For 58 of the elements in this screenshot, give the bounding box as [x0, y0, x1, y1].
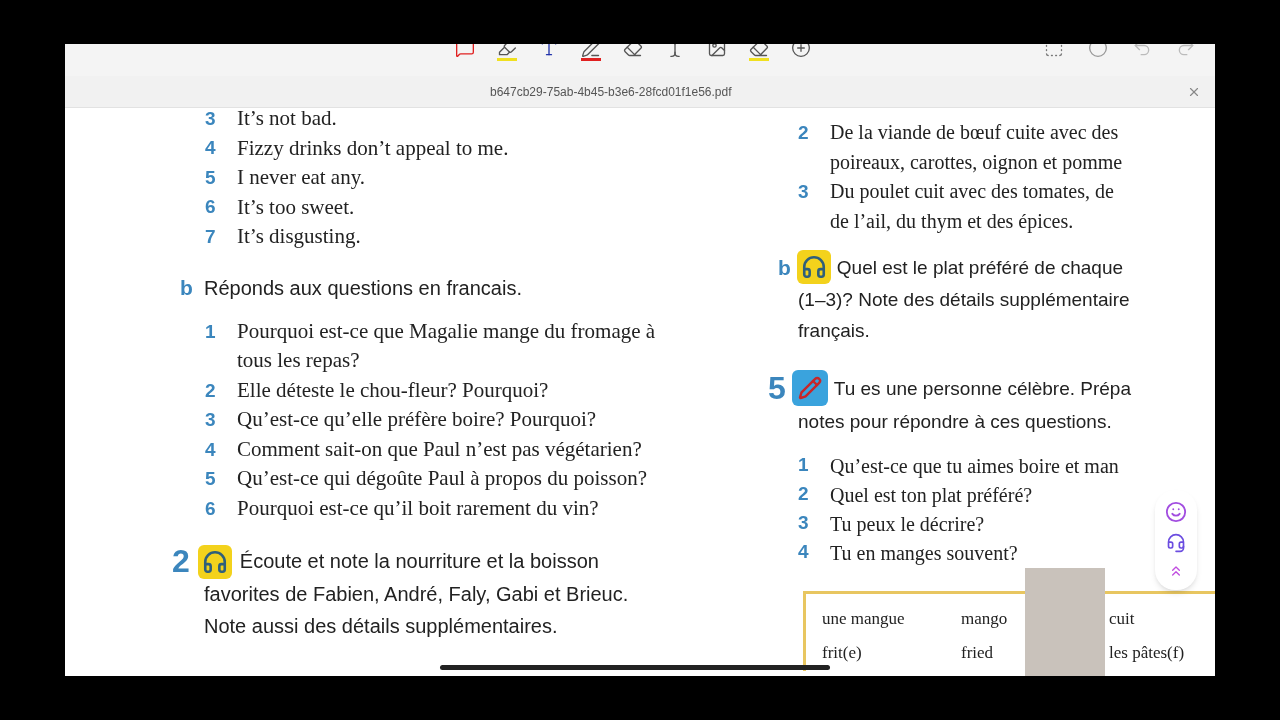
file-name: b647cb29-75ab-4b45-b3e6-28fcd01f1e56.pdf	[490, 83, 732, 101]
file-tab[interactable]: b647cb29-75ab-4b45-b3e6-28fcd01f1e56.pdf	[65, 76, 1215, 108]
item-number: 3	[205, 106, 217, 131]
headphones-icon	[197, 545, 232, 579]
vocabulary-word: mango	[961, 608, 1009, 630]
vocabulary-word: cuit	[1109, 608, 1135, 630]
item-number: 4	[205, 437, 217, 462]
item-number: 2	[798, 121, 810, 145]
task-instruction: Quel est le plat préféré de chaque	[836, 255, 1124, 280]
item-text: Fizzy drinks don’t appeal to me.	[237, 134, 509, 162]
item-text: It’s disgusting.	[237, 223, 361, 250]
exercise-number: 5	[768, 372, 786, 404]
item-number: 4	[205, 136, 217, 160]
question-text: Qu’est-ce qui dégoûte Paul à propos du poisson?	[237, 465, 648, 492]
item-number: 3	[798, 180, 810, 204]
chat-icon[interactable]	[1165, 501, 1187, 523]
item-number: 6	[205, 195, 217, 219]
question-text: Tu en manges souvent?	[830, 540, 1018, 567]
vocabulary-word: frit(e)	[822, 641, 863, 664]
vocabulary-word: une mangue	[822, 608, 906, 630]
item-text: I never eat any.	[237, 164, 366, 191]
dish-text: De la viande de bœuf cuite avec des poireaux, carottes, oignon et pomme	[830, 120, 1123, 176]
item-number: 7	[205, 224, 217, 249]
exercise-instruction: notes pour répondre à ces questions.	[797, 410, 1113, 434]
question-text: Comment sait-on que Paul n’est pas végétarien?	[237, 435, 643, 463]
vocabulary-word: fried	[961, 641, 995, 664]
item-number: 1	[205, 319, 217, 344]
exercise-instruction: Tu es une personne célèbre. Prépa	[833, 376, 1131, 401]
task-instruction: Réponds aux questions en francais.	[204, 275, 522, 301]
question-text: Qu’est-ce qu’elle préfère boire? Pourquoi?	[237, 406, 598, 433]
dish-text: Du poulet cuit avec des tomates, de de l’ail, du thym et des épices.	[830, 179, 1114, 235]
item-number: 2	[798, 482, 810, 507]
item-number: 6	[205, 496, 217, 521]
item-number: 2	[205, 378, 217, 403]
vocabulary-word: les pâtes(f)	[1109, 641, 1185, 664]
item-number: 3	[205, 408, 217, 432]
item-number: 3	[798, 511, 810, 536]
question-text: Pourquoi est-ce qu’il boit rarement du vin?	[237, 494, 600, 522]
question-text: Tu peux le décrire?	[830, 511, 985, 538]
exercise-instruction: favorites de Fabien, André, Faly, Gabi et Brieuc. Note aussi des détails supplémentaires.	[203, 582, 630, 639]
exercise-instruction: Écoute et note la nourriture et la boisson	[239, 549, 599, 575]
question-text: Quel est ton plat préféré?	[830, 482, 1033, 509]
task-letter: b	[778, 254, 791, 281]
item-number: 1	[798, 453, 810, 478]
pencil-icon	[791, 370, 828, 406]
item-number: 5	[205, 165, 217, 190]
task-instruction: (1–3)? Note des détails supplémentaire français.	[797, 288, 1131, 343]
exercise-number: 2	[172, 546, 190, 578]
question-text: Pourquoi est-ce que Magalie mange du fromage à tous les repas?	[237, 317, 657, 374]
question-text: Qu’est-ce que tu aimes boire et man	[830, 453, 1119, 480]
item-text: It’s not bad.	[237, 105, 337, 132]
headphones-icon	[796, 250, 831, 284]
item-text: It’s too sweet.	[237, 193, 355, 221]
item-number: 4	[798, 540, 810, 565]
item-number: 5	[205, 467, 217, 491]
question-text: Elle déteste le chou-fleur? Pourquoi?	[237, 376, 550, 404]
task-letter: b	[180, 274, 194, 301]
headset-icon[interactable]	[1166, 533, 1186, 553]
